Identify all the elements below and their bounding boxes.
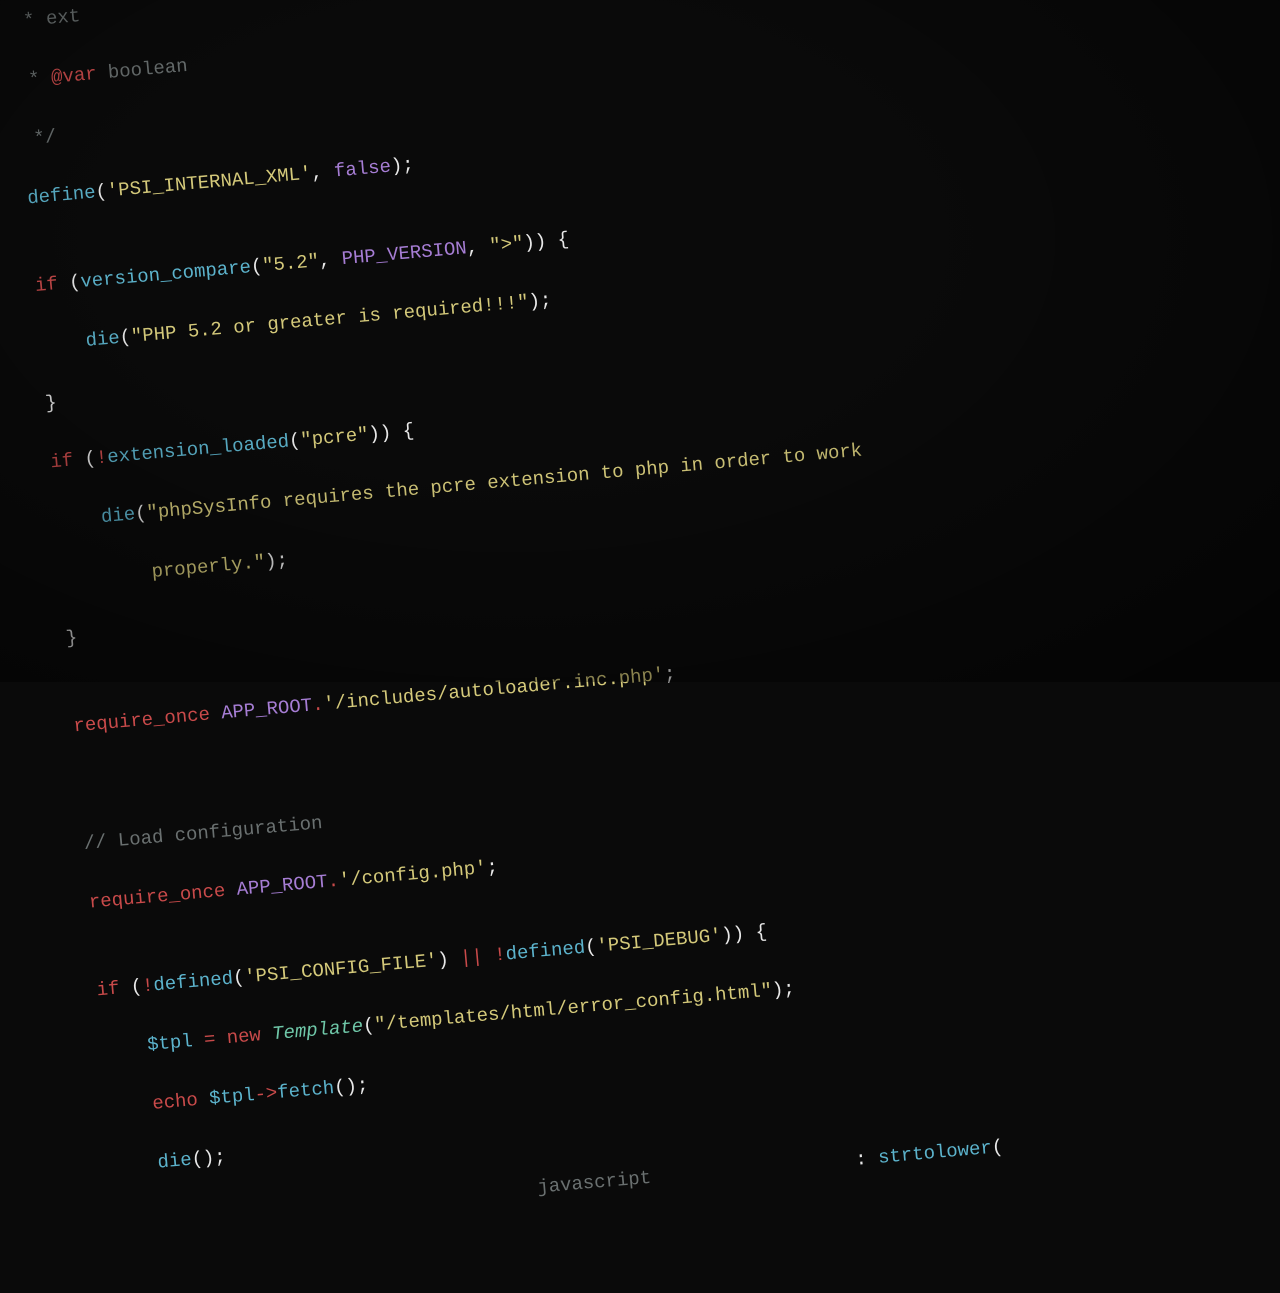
code-editor[interactable]: * ext * @var boolean */ define('PSI_INTE… — [0, 0, 1280, 1293]
